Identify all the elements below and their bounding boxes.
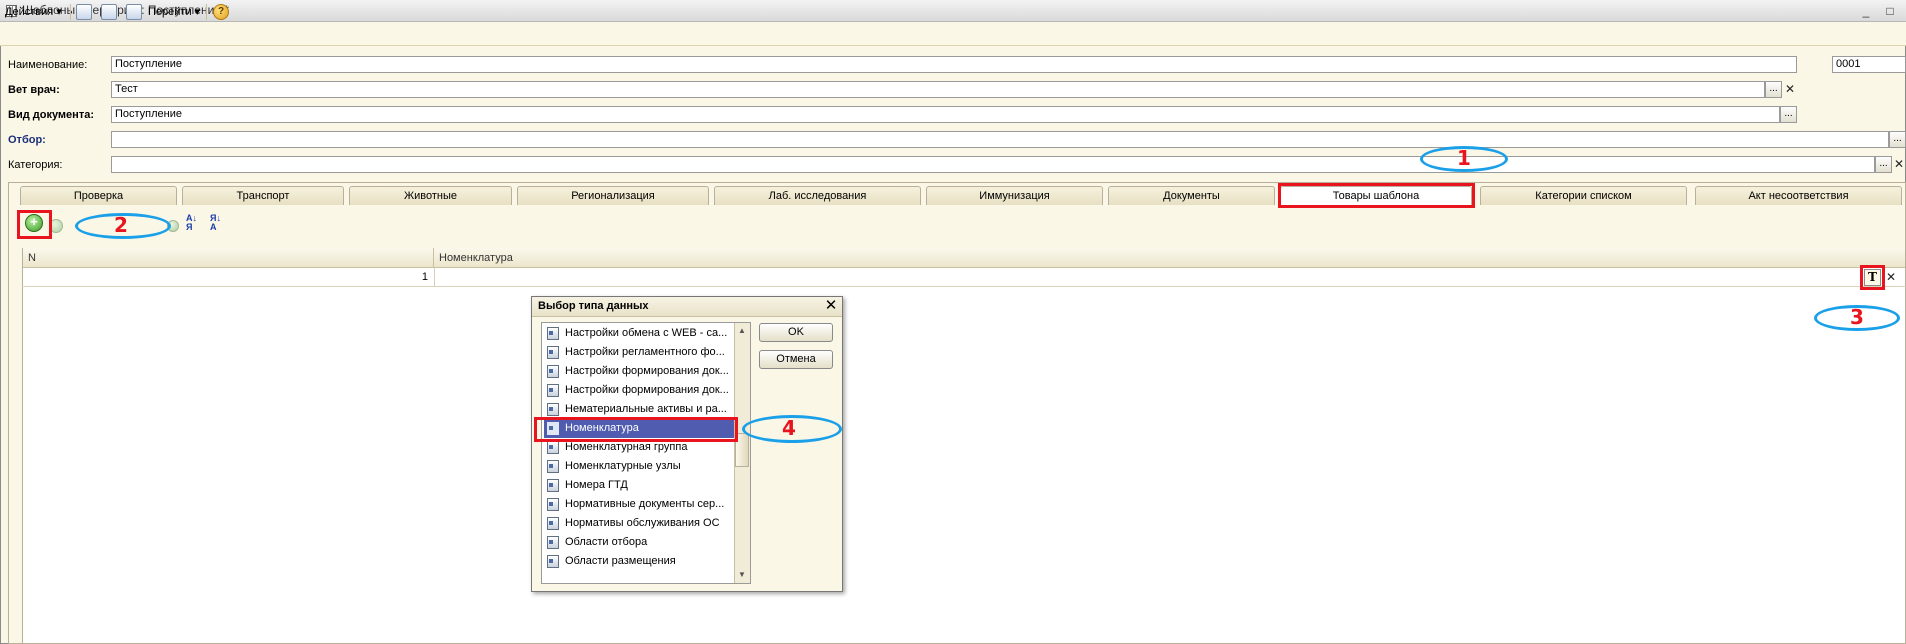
- dialog-close-icon[interactable]: ✕: [822, 297, 840, 315]
- catalog-icon: [547, 498, 559, 511]
- tab-documents[interactable]: Документы: [1108, 186, 1275, 205]
- annotation-label-1: 1: [1457, 146, 1471, 170]
- title-bar: [0, 0, 1906, 22]
- data-type-item-label: Нематериальные активы и ра...: [565, 403, 727, 415]
- data-type-item[interactable]: Настройки обмена с WEB - са...: [544, 324, 734, 343]
- actions-menu-label: Действия: [5, 6, 54, 18]
- tab-check[interactable]: Проверка: [20, 186, 177, 205]
- tab-nonconformity-act[interactable]: Акт несоответствия: [1695, 186, 1902, 205]
- ok-button[interactable]: OK: [759, 323, 833, 342]
- data-type-item[interactable]: Номера ГТД: [544, 476, 734, 495]
- dialog-title: Выбор типа данных: [538, 300, 649, 312]
- chevron-down-icon: ▾: [194, 6, 201, 18]
- annotation-label-3: 3: [1850, 305, 1864, 329]
- data-type-item[interactable]: Нормативные документы сер...: [544, 495, 734, 514]
- catalog-icon: [547, 441, 559, 454]
- vet-input[interactable]: Тест: [111, 81, 1765, 98]
- toolbar: [0, 22, 1906, 46]
- highlight-box-add: [17, 210, 52, 239]
- highlight-box-type-button: [1860, 265, 1885, 290]
- name-label: Наименование:: [8, 59, 88, 71]
- category-clear-button[interactable]: ✕: [1892, 156, 1906, 173]
- data-type-item-label: Номенклатурная группа: [565, 441, 688, 453]
- catalog-icon: [547, 555, 559, 568]
- maximize-button[interactable]: □: [1880, 2, 1900, 20]
- vet-select-button[interactable]: ...: [1765, 81, 1782, 98]
- data-type-item-label: Области отбора: [565, 536, 648, 548]
- row-clear-button[interactable]: ✕: [1884, 269, 1898, 286]
- row-divider: [22, 286, 1906, 287]
- tab-lab-research[interactable]: Лаб. исследования: [714, 186, 921, 205]
- data-type-item-label: Настройки формирования док...: [565, 384, 729, 396]
- actions-menu[interactable]: Действия ▾: [5, 4, 62, 21]
- data-type-item[interactable]: Настройки регламентного фо...: [544, 343, 734, 362]
- category-input[interactable]: [111, 156, 1875, 173]
- filter-select-button[interactable]: ...: [1889, 131, 1906, 148]
- data-type-item-label: Настройки обмена с WEB - са...: [565, 327, 728, 339]
- doc-type-label: Вид документа:: [8, 109, 94, 121]
- help-icon[interactable]: ?: [213, 4, 229, 20]
- toolbar-separator: [206, 4, 207, 20]
- scroll-up-icon[interactable]: ▲: [734, 324, 750, 338]
- doc-type-select-button[interactable]: ...: [1780, 106, 1797, 123]
- data-type-item[interactable]: Настройки формирования док...: [544, 381, 734, 400]
- tab-immunization[interactable]: Иммунизация: [926, 186, 1103, 205]
- catalog-icon: [547, 384, 559, 397]
- data-type-item[interactable]: Области размещения: [544, 552, 734, 571]
- doc-type-input[interactable]: Поступление: [111, 106, 1780, 123]
- goto-menu-label: Перейти: [148, 6, 192, 18]
- catalog-icon: [547, 479, 559, 492]
- table-row-nomenclature[interactable]: [434, 268, 1860, 287]
- column-header-n[interactable]: N: [23, 248, 434, 268]
- catalog-icon: [547, 517, 559, 530]
- vet-clear-button[interactable]: ✕: [1783, 81, 1797, 98]
- data-type-item[interactable]: Нормативы обслуживания ОС: [544, 514, 734, 533]
- data-type-item[interactable]: Настройки формирования док...: [544, 362, 734, 381]
- vet-label: Вет врач:: [8, 84, 60, 96]
- tab-animals[interactable]: Животные: [349, 186, 512, 205]
- scroll-down-icon[interactable]: ▼: [734, 568, 750, 582]
- tab-regionalization[interactable]: Регионализация: [517, 186, 709, 205]
- refresh-icon[interactable]: [126, 4, 142, 20]
- write-icon[interactable]: [76, 4, 92, 20]
- minimize-button[interactable]: _: [1856, 2, 1876, 20]
- code-input[interactable]: 0001: [1832, 56, 1906, 73]
- tab-categories-list[interactable]: Категории списком: [1480, 186, 1687, 205]
- data-type-item-label: Области размещения: [565, 555, 676, 567]
- chevron-down-icon: ▾: [56, 6, 62, 18]
- annotation-label-2: 2: [114, 213, 128, 237]
- data-type-item-label: Номенклатурные узлы: [565, 460, 681, 472]
- data-type-item-label: Номера ГТД: [565, 479, 628, 491]
- category-select-button[interactable]: ...: [1875, 156, 1892, 173]
- sort-desc-icon[interactable]: Я↓ A: [210, 214, 228, 232]
- highlight-box-tab: [1278, 183, 1475, 208]
- catalog-icon: [547, 327, 559, 340]
- sort-asc-icon[interactable]: A↓ Я: [186, 214, 204, 232]
- data-type-item-label: Настройки формирования док...: [565, 365, 729, 377]
- filter-label: Отбор:: [8, 134, 46, 146]
- catalog-icon: [547, 365, 559, 378]
- cancel-button[interactable]: Отмена: [759, 350, 833, 369]
- table-row-number[interactable]: 1: [23, 268, 428, 287]
- data-type-item-label: Нормативные документы сер...: [565, 498, 725, 510]
- data-type-item[interactable]: Номенклатурные узлы: [544, 457, 734, 476]
- data-type-item[interactable]: Области отбора: [544, 533, 734, 552]
- name-input[interactable]: Поступление: [111, 56, 1797, 73]
- catalog-icon: [547, 346, 559, 359]
- save-close-icon[interactable]: [101, 4, 117, 20]
- data-type-item-label: Настройки регламентного фо...: [565, 346, 725, 358]
- catalog-icon: [547, 403, 559, 416]
- highlight-box-nomenclature: [534, 417, 738, 442]
- goods-table: [22, 248, 1906, 644]
- column-header-nomenclature[interactable]: Номенклатура: [434, 248, 1905, 268]
- data-type-item-label: Нормативы обслуживания ОС: [565, 517, 720, 529]
- catalog-icon: [547, 536, 559, 549]
- toolbar-separator: [70, 4, 71, 20]
- catalog-icon: [547, 460, 559, 473]
- annotation-label-4: 4: [782, 416, 796, 440]
- filter-input[interactable]: [111, 131, 1889, 148]
- category-label: Категория:: [8, 159, 63, 171]
- goto-menu[interactable]: Перейти ▾: [148, 4, 200, 21]
- tab-transport[interactable]: Транспорт: [182, 186, 344, 205]
